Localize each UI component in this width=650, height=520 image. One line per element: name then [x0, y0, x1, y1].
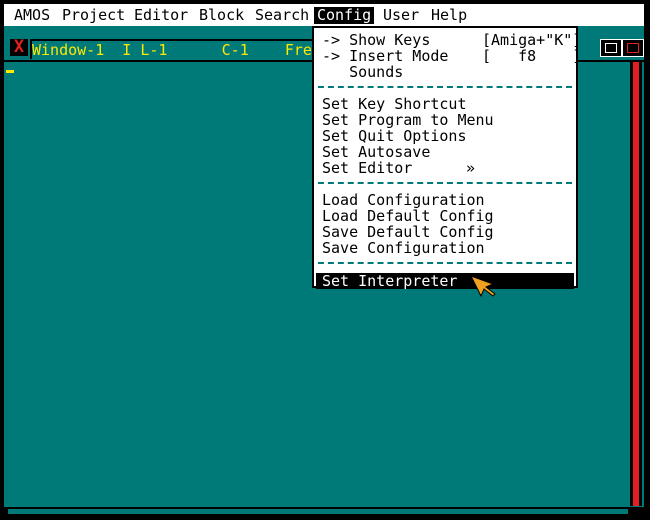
menu-item-insert-mode[interactable]: -> Insert Mode [322, 48, 448, 64]
menu-search[interactable]: Search [255, 7, 309, 24]
menu-block[interactable]: Block [199, 7, 244, 24]
config-dropdown-menu: -> Show Keys [Amiga+"K"] -> Insert Mode … [312, 26, 582, 289]
menu-item-set-autosave[interactable]: Set Autosave [322, 144, 430, 160]
menu-item-set-interpreter[interactable]: Set Interpreter [316, 273, 574, 289]
menu-item-set-interpreter-label: Set Interpreter [322, 272, 458, 290]
vertical-scrollbar[interactable] [630, 62, 642, 506]
scrollbar-thumb[interactable] [633, 62, 639, 506]
menu-item-load-default-config[interactable]: Load Default Config [322, 208, 494, 224]
text-cursor [6, 70, 14, 73]
window-front-icon[interactable] [600, 39, 622, 57]
menu-amos[interactable]: AMOS [14, 7, 50, 24]
menu-user[interactable]: User [383, 7, 419, 24]
menu-item-set-program-to-menu[interactable]: Set Program to Menu [322, 112, 494, 128]
menu-separator [318, 86, 572, 88]
shortcut-show-keys: [Amiga+"K"] [482, 31, 582, 49]
submenu-arrow-icon: » [466, 159, 476, 177]
menu-item-sounds[interactable]: Sounds [322, 64, 403, 80]
menu-item-set-key-shortcut[interactable]: Set Key Shortcut [322, 96, 467, 112]
window-info: Window-1 I L-1 C-1 Free-3276 [30, 39, 322, 59]
menu-item-save-configuration[interactable]: Save Configuration [322, 240, 485, 256]
close-icon[interactable]: X [10, 39, 28, 56]
amos-screen: AMOS Project Editor Block Search Config … [4, 4, 644, 516]
mouse-pointer-icon [469, 275, 496, 298]
menu-separator [318, 262, 572, 264]
shortcut-insert-mode: [ f8 ] [482, 47, 582, 65]
menu-editor[interactable]: Editor [134, 7, 188, 24]
menu-item-set-editor[interactable]: Set Editor [322, 160, 412, 176]
window-back-icon[interactable] [622, 39, 644, 57]
menu-item-set-quit-options[interactable]: Set Quit Options [322, 128, 467, 144]
menu-help[interactable]: Help [431, 7, 467, 24]
menu-item-load-configuration[interactable]: Load Configuration [322, 192, 485, 208]
horizontal-scroll-track[interactable] [8, 509, 628, 514]
menu-project[interactable]: Project [62, 7, 125, 24]
menu-item-save-default-config[interactable]: Save Default Config [322, 224, 494, 240]
horizontal-scrollbar[interactable] [4, 507, 644, 516]
menu-config[interactable]: Config [314, 7, 375, 24]
menu-item-show-keys[interactable]: -> Show Keys [322, 32, 430, 48]
menu-bar: AMOS Project Editor Block Search Config … [4, 4, 644, 26]
menu-separator [318, 182, 572, 184]
